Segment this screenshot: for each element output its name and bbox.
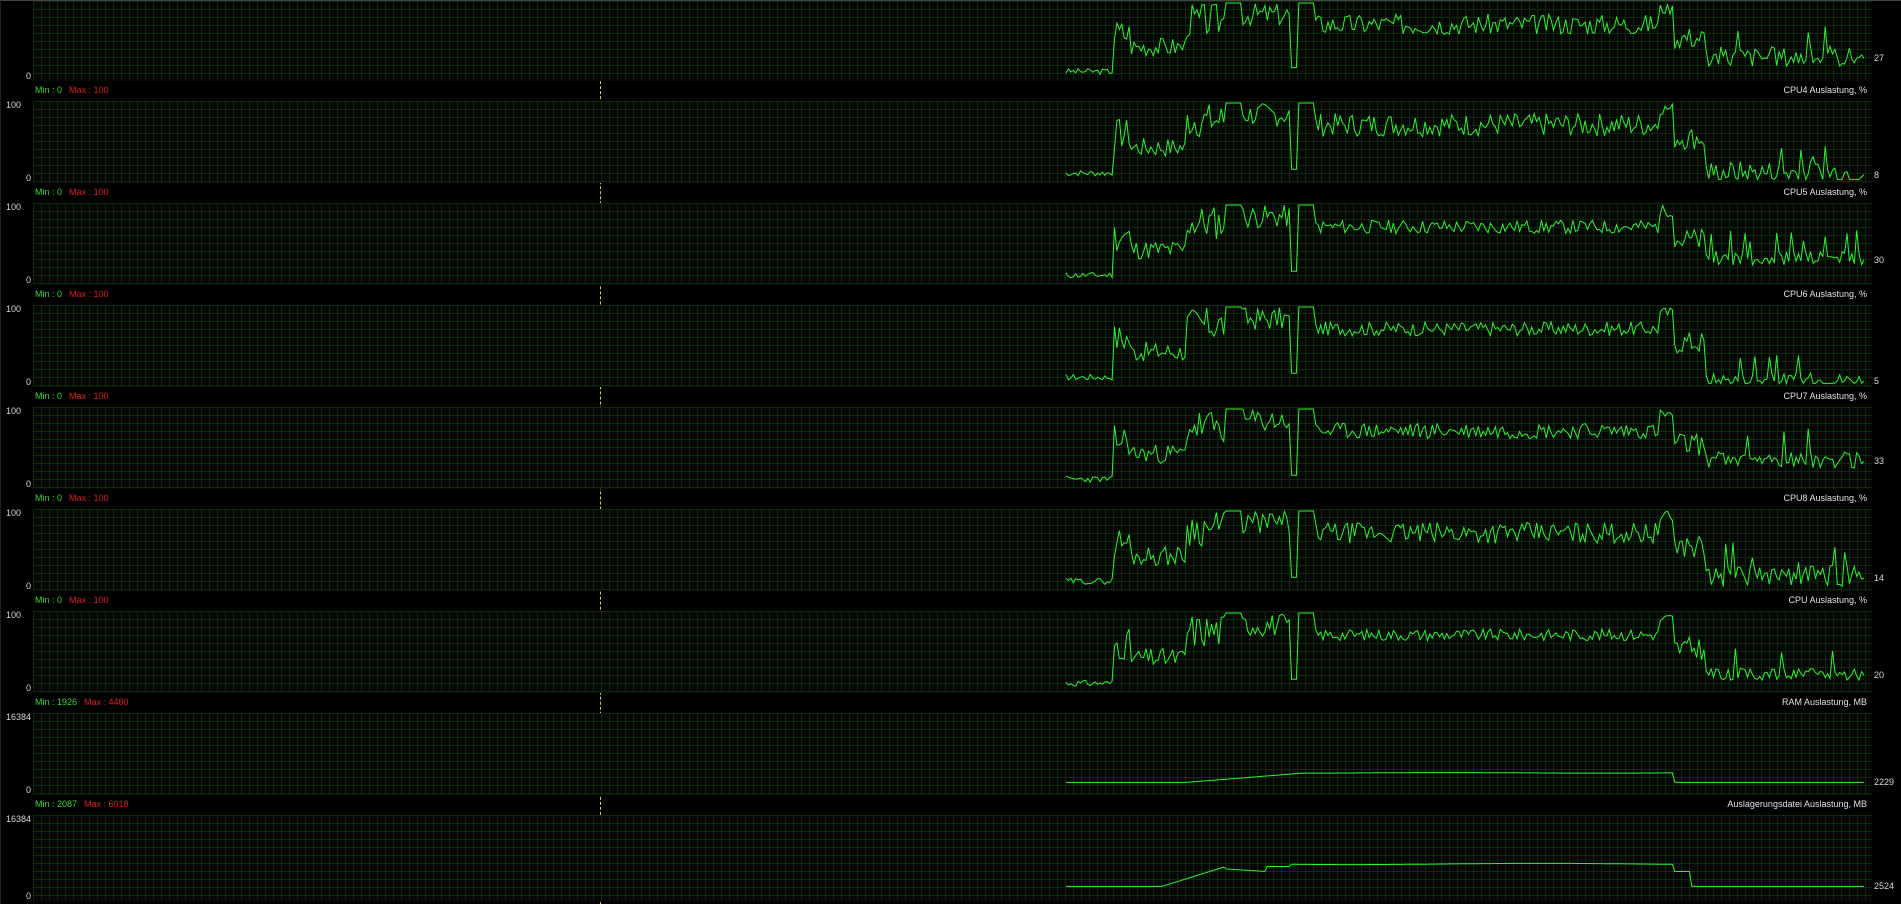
trace-svg-cpu6 <box>1065 306 1865 386</box>
current-value-label: 2229 <box>1874 777 1895 788</box>
min-value: Min : 0 <box>35 391 63 401</box>
axis-min-label: 0 <box>26 891 32 901</box>
axis-max-label: 100 <box>6 610 22 620</box>
axis-max-label: 16384 <box>6 814 32 824</box>
trace-line-cpu4 <box>1065 102 1865 181</box>
current-value-label: 30 <box>1874 254 1885 265</box>
axis-min-label: 0 <box>26 377 32 387</box>
min-value: Min : 0 <box>35 493 63 503</box>
axis-max-label: 100 <box>6 100 22 110</box>
current-value-label: 20 <box>1874 670 1885 681</box>
current-value-label: 27 <box>1874 53 1885 64</box>
plot-area-cpu5[interactable] <box>33 203 1872 285</box>
max-value: Max : 100 <box>69 289 109 299</box>
plot-area-top[interactable] <box>33 1 1872 81</box>
min-value: Min : 2087 <box>35 799 78 809</box>
max-value: Max : 100 <box>69 595 109 605</box>
graph-title: CPU7 Auslastung, % <box>1783 391 1867 401</box>
plot-area-cpu7[interactable] <box>33 407 1872 489</box>
trace-line-cpu5 <box>1065 203 1865 280</box>
axis-min-label: 0 <box>26 173 32 183</box>
min-value: Min : 0 <box>35 187 63 197</box>
trace-svg-cpu7 <box>1065 408 1865 484</box>
trace-line-cpu <box>1065 612 1865 687</box>
min-max-readout: Min : 0 Max : 100 <box>35 85 109 95</box>
current-value-label: 2524 <box>1874 881 1895 892</box>
trace-svg-cpu8 <box>1065 509 1865 588</box>
axis-max-label: 100 <box>6 508 22 518</box>
graph-title: CPU4 Auslastung, % <box>1783 85 1867 95</box>
min-max-readout: Min : 1926 Max : 4480 <box>35 697 129 707</box>
axis-min-label: 0 <box>26 683 32 693</box>
max-value: Max : 100 <box>69 391 109 401</box>
graph-title: CPU5 Auslastung, % <box>1783 187 1867 197</box>
plot-area-page[interactable] <box>33 815 1872 901</box>
hardware-monitor-window: 0 27 Min : 0 Max : 100 CPU4 Auslastung, % 100… <box>0 0 1901 904</box>
max-value: Max : 100 <box>69 187 109 197</box>
axis-max-label: 100 <box>6 202 22 212</box>
min-max-readout: Min : 0 Max : 100 <box>35 187 109 197</box>
trace-line-cpu6 <box>1065 306 1865 386</box>
axis-min-label: 0 <box>26 71 32 81</box>
graph-title: CPU6 Auslastung, % <box>1783 289 1867 299</box>
trace-svg-ram <box>1066 772 1864 783</box>
trace-svg-top <box>1065 2 1865 76</box>
max-value: Max : 100 <box>69 85 109 95</box>
axis-min-label: 0 <box>26 479 32 489</box>
plot-area-cpu8[interactable] <box>33 509 1872 591</box>
axis-min-label: 0 <box>26 785 32 795</box>
graph-title: Auslagerungsdatei Auslastung, MB <box>1727 799 1867 809</box>
trace-svg-cpu4 <box>1065 102 1865 181</box>
trace-line-ram <box>1066 772 1864 783</box>
max-value: Max : 6018 <box>84 799 129 809</box>
plot-area-ram[interactable] <box>33 713 1872 795</box>
min-max-readout: Min : 0 Max : 100 <box>35 595 109 605</box>
trace-line-cpu8 <box>1065 509 1865 588</box>
min-max-readout: Min : 0 Max : 100 <box>35 493 109 503</box>
trace-line-top <box>1065 2 1865 76</box>
trace-line-page <box>1066 862 1864 887</box>
current-value-label: 14 <box>1874 573 1885 584</box>
min-max-readout: Min : 0 Max : 100 <box>35 391 109 401</box>
graph-title: CPU8 Auslastung, % <box>1783 493 1867 503</box>
min-value: Min : 0 <box>35 85 63 95</box>
axis-max-label: 16384 <box>6 712 32 722</box>
current-value-label: 8 <box>1874 169 1880 180</box>
plot-area-cpu4[interactable] <box>33 101 1872 183</box>
trace-svg-cpu <box>1065 612 1865 687</box>
min-value: Min : 1926 <box>35 697 78 707</box>
min-value: Min : 0 <box>35 595 63 605</box>
axis-min-label: 0 <box>26 581 32 591</box>
current-value-label: 5 <box>1874 376 1880 387</box>
axis-max-label: 100 <box>6 304 22 314</box>
trace-svg-page <box>1066 862 1864 887</box>
graph-title: CPU Auslastung, % <box>1788 595 1867 605</box>
plot-area-cpu6[interactable] <box>33 305 1872 387</box>
plot-area-cpu[interactable] <box>33 611 1872 693</box>
max-value: Max : 100 <box>69 493 109 503</box>
min-max-readout: Min : 2087 Max : 6018 <box>35 799 129 809</box>
trace-svg-cpu5 <box>1065 203 1865 280</box>
graph-title: RAM Auslastung, MB <box>1781 697 1867 707</box>
min-max-readout: Min : 0 Max : 100 <box>35 289 109 299</box>
max-value: Max : 4480 <box>84 697 129 707</box>
axis-min-label: 0 <box>26 275 32 285</box>
trace-line-cpu7 <box>1065 408 1865 484</box>
axis-max-label: 100 <box>6 406 22 416</box>
min-value: Min : 0 <box>35 289 63 299</box>
current-value-label: 33 <box>1874 456 1885 467</box>
